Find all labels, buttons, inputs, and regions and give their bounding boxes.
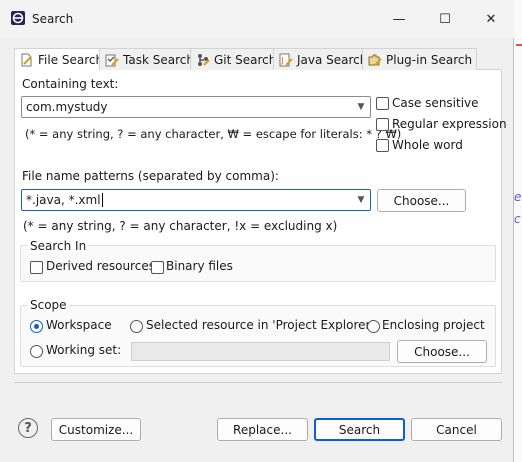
- derived-resources-label: Derived resources: [46, 259, 155, 273]
- close-button[interactable]: ✕: [468, 0, 514, 38]
- maximize-icon: ☐: [439, 11, 451, 27]
- file-name-patterns-value: *.java, *.xml: [26, 192, 101, 207]
- minimize-button[interactable]: —: [376, 0, 422, 38]
- case-sensitive-checkbox[interactable]: [376, 97, 389, 110]
- background-text: c: [514, 212, 521, 226]
- chevron-down-icon[interactable]: ▼: [352, 97, 370, 117]
- working-set-radio[interactable]: [30, 345, 43, 358]
- tab-git-search[interactable]: Git Search: [190, 48, 282, 70]
- whole-word-label: Whole word: [392, 138, 463, 152]
- file-search-icon: [21, 53, 32, 67]
- chevron-down-icon[interactable]: ▼: [352, 190, 370, 210]
- file-name-patterns-combo[interactable]: *.java, *.xml ▼: [21, 189, 371, 211]
- binary-files-checkbox[interactable]: [151, 261, 164, 274]
- tab-java-search[interactable]: J Java Search: [273, 48, 373, 70]
- search-in-title: Search In: [28, 239, 89, 253]
- task-search-icon: [105, 54, 119, 66]
- scope-title: Scope: [28, 298, 69, 312]
- tab-file-search[interactable]: File Search: [14, 48, 109, 71]
- selected-resource-radio[interactable]: [130, 320, 143, 333]
- file-name-patterns-label: File name patterns (separated by comma):: [22, 169, 279, 183]
- tab-label: Git Search: [214, 52, 277, 67]
- java-search-icon: J: [279, 53, 293, 66]
- working-set-field: [131, 342, 390, 361]
- choose-patterns-button[interactable]: Choose...: [377, 189, 466, 212]
- regular-expression-label: Regular expression: [392, 117, 507, 131]
- help-icon[interactable]: ?: [18, 418, 38, 438]
- tab-label: Java Search: [297, 52, 368, 67]
- enclosing-project-radio[interactable]: [367, 320, 380, 333]
- working-set-label: Working set:: [46, 343, 122, 357]
- background-text: eL: [514, 190, 522, 204]
- svg-text:J: J: [281, 56, 284, 65]
- choose-working-set-button[interactable]: Choose...: [397, 340, 487, 363]
- case-sensitive-label: Case sensitive: [392, 96, 479, 110]
- close-icon: ✕: [485, 11, 497, 27]
- eclipse-app-icon: [10, 10, 26, 26]
- text-caret: [101, 193, 103, 208]
- containing-text-combo[interactable]: com.mystudy ▼: [21, 96, 371, 118]
- containing-text-label: Containing text:: [22, 77, 119, 91]
- search-button[interactable]: Search: [314, 418, 405, 441]
- cancel-button[interactable]: Cancel: [411, 418, 502, 441]
- derived-resources-checkbox[interactable]: [30, 261, 43, 274]
- replace-button[interactable]: Replace...: [217, 418, 308, 441]
- enclosing-project-label: Enclosing project: [382, 318, 485, 332]
- file-patterns-hint: (* = any string, ? = any character, !x =…: [23, 219, 338, 233]
- containing-text-value: com.mystudy: [26, 100, 108, 114]
- minimize-icon: —: [392, 11, 406, 27]
- git-search-icon: [198, 53, 210, 66]
- containing-text-hint: (* = any string, ? = any character, ₩ = …: [25, 127, 402, 141]
- customize-button[interactable]: Customize...: [51, 418, 141, 441]
- selected-resource-label: Selected resource in 'Project Explorer': [146, 318, 374, 332]
- plugin-search-icon: [368, 54, 382, 66]
- tab-label: Plug-in Search: [386, 52, 473, 67]
- background-marker: [516, 44, 522, 46]
- maximize-button[interactable]: ☐: [422, 0, 468, 38]
- background-editor-strip: [514, 0, 522, 462]
- whole-word-checkbox[interactable]: [376, 139, 389, 152]
- window-title: Search: [32, 12, 74, 26]
- tab-label: File Search: [38, 53, 104, 67]
- regular-expression-checkbox[interactable]: [376, 118, 389, 131]
- tab-task-search[interactable]: Task Search: [99, 48, 199, 70]
- tab-plugin-search[interactable]: Plug-in Search: [362, 48, 478, 70]
- tab-label: Task Search: [123, 52, 194, 67]
- separator: [14, 382, 502, 383]
- workspace-radio[interactable]: [30, 320, 43, 333]
- workspace-label: Workspace: [46, 318, 112, 332]
- binary-files-label: Binary files: [166, 259, 233, 273]
